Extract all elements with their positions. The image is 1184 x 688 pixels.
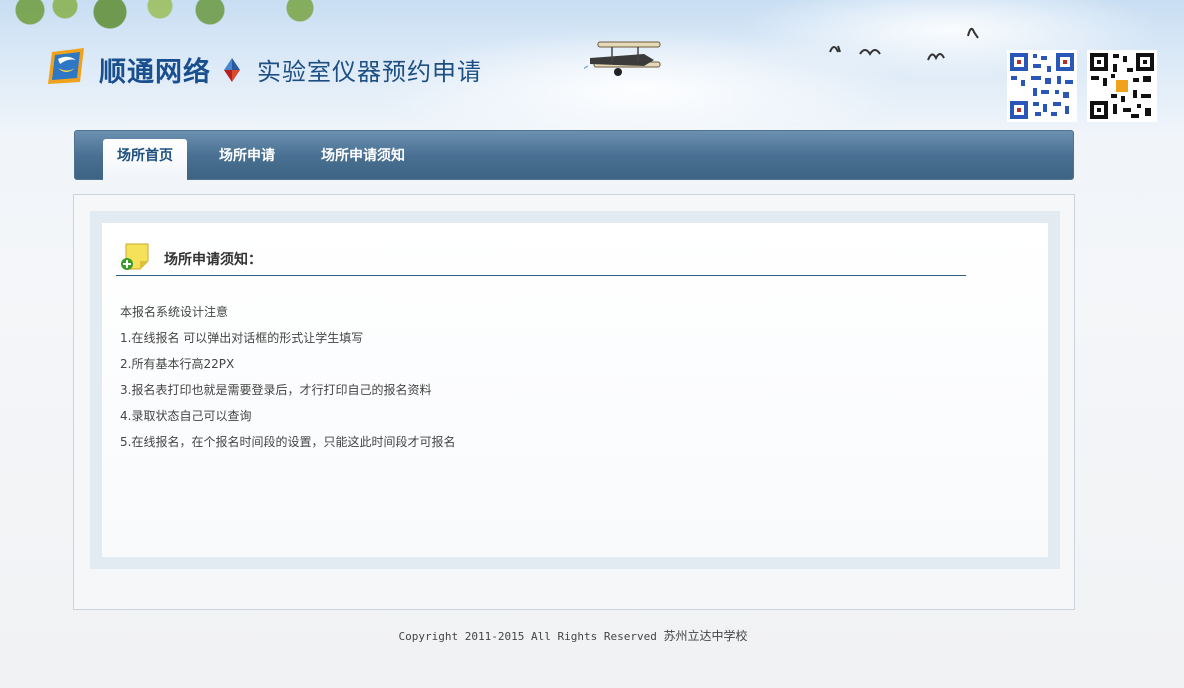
header-banner: 顺通网络 实验室仪器预约申请: [0, 0, 1184, 130]
brand-name: 顺通网络: [99, 57, 211, 88]
content-frame: 场所申请须知： 本报名系统设计注意 1.在线报名 可以弹出对话框的形式让学生填写…: [90, 211, 1060, 569]
copyright-text: Copyright 2011-2015 All Rights Reserved: [398, 630, 657, 643]
section-title: 场所申请须知：: [164, 252, 262, 268]
main-nav: 场所首页 场所申请 场所申请须知: [74, 130, 1074, 181]
footer: Copyright 2011-2015 All Rights Reserved …: [0, 627, 1146, 644]
notice-line: 1.在线报名 可以弹出对话框的形式让学生填写: [120, 331, 364, 345]
birds-decoration: [829, 27, 979, 61]
content-panel: 场所申请须知： 本报名系统设计注意 1.在线报名 可以弹出对话框的形式让学生填写…: [73, 194, 1075, 610]
section-header: 场所申请须知：: [116, 239, 966, 276]
notice-card: 场所申请须知： 本报名系统设计注意 1.在线报名 可以弹出对话框的形式让学生填写…: [102, 223, 1048, 557]
school-name: 苏州立达中学校: [663, 629, 748, 643]
nav-item-home[interactable]: 场所首页: [103, 139, 187, 181]
notice-list: 本报名系统设计注意 1.在线报名 可以弹出对话框的形式让学生填写 2.所有基本行…: [120, 299, 455, 455]
sticky-note-add-icon: [121, 243, 149, 270]
nav-item-apply[interactable]: 场所申请: [219, 139, 275, 181]
qr-code-icon: [1087, 50, 1157, 122]
notice-line: 4.录取状态自己可以查询: [120, 409, 252, 423]
notice-line: 本报名系统设计注意: [120, 305, 229, 319]
notice-line: 2.所有基本行高22PX: [120, 357, 235, 371]
tree-leaves-decoration: [0, 0, 340, 40]
biplane-icon: [584, 41, 661, 76]
diamond-icon: [224, 58, 240, 82]
notice-line: 3.报名表打印也就是需要登录后，才行打印自己的报名资料: [120, 383, 432, 397]
notice-line: 5.在线报名，在个报名时间段的设置，只能这此时间段才可报名: [120, 435, 456, 449]
sun-logo-icon: [48, 48, 84, 84]
qr-code-icon: [1007, 50, 1077, 122]
system-title: 实验室仪器预约申请: [257, 58, 482, 86]
nav-item-notice[interactable]: 场所申请须知: [321, 139, 405, 181]
